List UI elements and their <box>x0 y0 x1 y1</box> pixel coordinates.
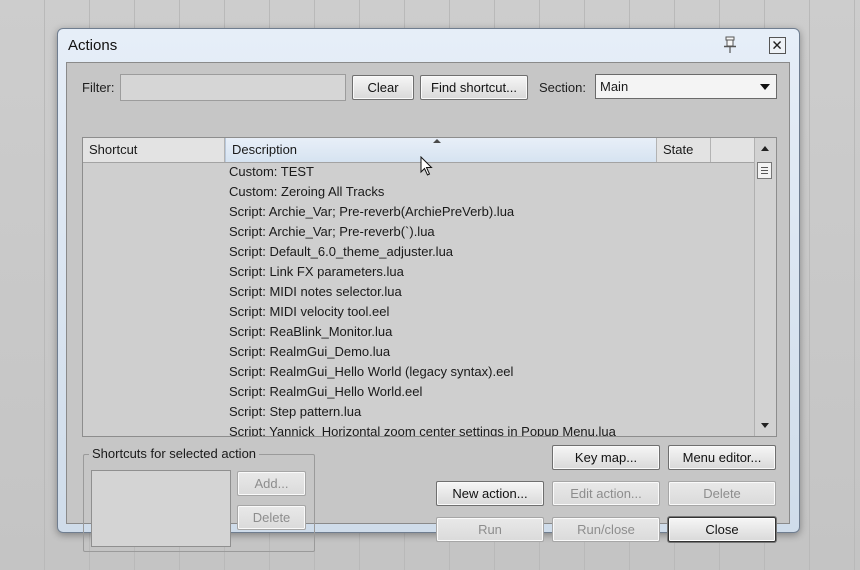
column-header-description[interactable]: Description <box>225 138 657 162</box>
table-row[interactable]: Script: RealmGui_Hello World (legacy syn… <box>83 362 755 382</box>
filter-input[interactable] <box>120 74 346 101</box>
key-map-button[interactable]: Key map... <box>552 445 660 470</box>
table-row[interactable]: Script: Yannick_Horizontal zoom center s… <box>83 422 755 437</box>
table-row[interactable]: Script: RealmGui_Hello World.eel <box>83 382 755 402</box>
row-description: Script: Archie_Var; Pre-reverb(`).lua <box>229 224 435 239</box>
table-row[interactable]: Script: MIDI velocity tool.eel <box>83 302 755 322</box>
vertical-scrollbar[interactable] <box>754 138 776 436</box>
section-label: Section: <box>539 80 586 95</box>
row-description: Script: Link FX parameters.lua <box>229 264 404 279</box>
table-row[interactable]: Script: RealmGui_Demo.lua <box>83 342 755 362</box>
sort-ascending-icon <box>433 139 441 143</box>
menu-editor-button[interactable]: Menu editor... <box>668 445 776 470</box>
run-button[interactable]: Run <box>436 517 544 542</box>
table-row[interactable]: Script: Archie_Var; Pre-reverb(ArchiePre… <box>83 202 755 222</box>
table-row[interactable]: Script: MIDI notes selector.lua <box>83 282 755 302</box>
column-header-state[interactable]: State <box>657 138 711 162</box>
scrollbar-thumb[interactable] <box>757 162 772 179</box>
window-title: Actions <box>68 37 118 54</box>
close-icon[interactable] <box>769 37 786 54</box>
column-header-shortcut[interactable]: Shortcut <box>83 138 225 162</box>
pin-icon[interactable] <box>722 36 738 54</box>
list-rows: Custom: TEST Custom: Zeroing All Tracks … <box>83 162 755 437</box>
row-description: Custom: Zeroing All Tracks <box>229 184 385 199</box>
table-row[interactable]: Script: Step pattern.lua <box>83 402 755 422</box>
shortcuts-group: Shortcuts for selected action Add... Del… <box>83 446 315 552</box>
new-action-button[interactable]: New action... <box>436 481 544 506</box>
actions-list[interactable]: Shortcut Description State Custom: TEST … <box>82 137 777 437</box>
table-row[interactable]: Script: Archie_Var; Pre-reverb(`).lua <box>83 222 755 242</box>
row-description: Script: Default_6.0_theme_adjuster.lua <box>229 244 454 259</box>
delete-action-button[interactable]: Delete <box>668 481 776 506</box>
section-selected-value: Main <box>600 79 629 94</box>
chevron-down-icon <box>760 84 770 90</box>
clear-button[interactable]: Clear <box>352 75 414 100</box>
filter-label: Filter: <box>82 80 115 95</box>
shortcuts-group-title: Shortcuts for selected action <box>89 446 260 461</box>
scroll-down-icon[interactable] <box>761 423 769 428</box>
row-description: Script: Yannick_Horizontal zoom center s… <box>229 424 616 437</box>
title-bar[interactable]: Actions <box>58 29 799 61</box>
add-shortcut-button[interactable]: Add... <box>237 471 306 496</box>
section-select[interactable]: Main <box>595 74 777 99</box>
table-row[interactable]: Custom: Zeroing All Tracks <box>83 182 755 202</box>
row-description: Script: RealmGui_Hello World (legacy syn… <box>229 364 514 379</box>
table-row[interactable]: Script: ReaBlink_Monitor.lua <box>83 322 755 342</box>
dialog-body: Filter: Clear Find shortcut... Section: … <box>66 62 790 552</box>
row-description: Script: ReaBlink_Monitor.lua <box>229 324 393 339</box>
delete-shortcut-button[interactable]: Delete <box>237 505 306 530</box>
row-description: Script: Archie_Var; Pre-reverb(ArchiePre… <box>229 204 515 219</box>
edit-action-button[interactable]: Edit action... <box>552 481 660 506</box>
close-button[interactable]: Close <box>668 517 776 542</box>
row-description: Custom: TEST <box>229 164 315 179</box>
find-shortcut-button[interactable]: Find shortcut... <box>420 75 528 100</box>
shortcuts-listbox[interactable] <box>91 470 231 547</box>
row-description: Script: Step pattern.lua <box>229 404 362 419</box>
table-row[interactable]: Script: Default_6.0_theme_adjuster.lua <box>83 242 755 262</box>
row-description: Script: MIDI notes selector.lua <box>229 284 402 299</box>
row-description: Script: MIDI velocity tool.eel <box>229 304 390 319</box>
row-description: Script: RealmGui_Hello World.eel <box>229 384 423 399</box>
run-close-button[interactable]: Run/close <box>552 517 660 542</box>
mouse-cursor-icon <box>420 156 433 176</box>
scroll-up-icon[interactable] <box>761 146 769 151</box>
table-row[interactable]: Custom: TEST <box>83 162 755 182</box>
actions-window: Actions Filter: Clear Find shortcut... S… <box>57 28 800 552</box>
list-header: Shortcut Description State <box>83 138 755 163</box>
table-row[interactable]: Script: Link FX parameters.lua <box>83 262 755 282</box>
row-description: Script: RealmGui_Demo.lua <box>229 344 391 359</box>
